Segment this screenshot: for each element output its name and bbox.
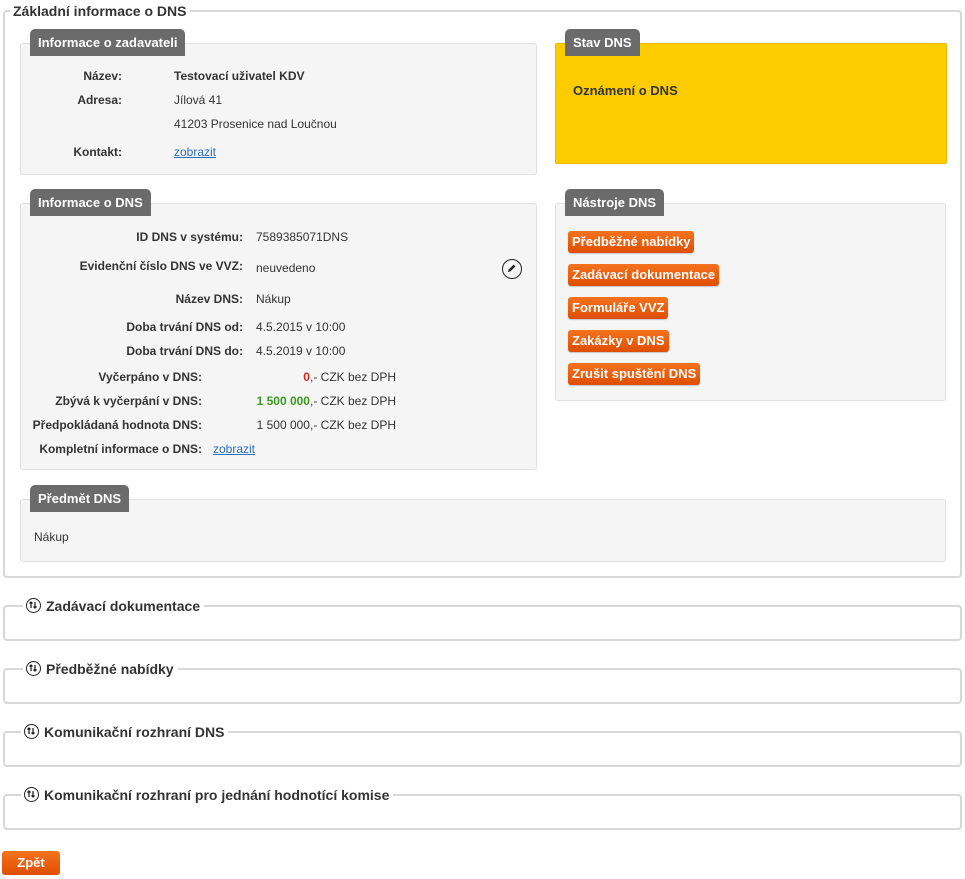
- predbezne-nabidky-button[interactable]: Předběžné nabídky: [568, 231, 695, 253]
- predpokladana-value: 1 500 000,- CZK bez DPH: [256, 418, 396, 432]
- formulare-vvz-button[interactable]: Formuláře VVZ: [568, 297, 669, 319]
- pencil-icon[interactable]: [502, 259, 522, 279]
- komunikacni-rozhrani-title: Komunikační rozhraní DNS: [44, 724, 225, 740]
- vycerpano-amount: 0: [303, 370, 310, 384]
- vycerpano-suffix: ,- CZK bez DPH: [309, 370, 396, 384]
- hodnotici-komise-legend[interactable]: Komunikační rozhraní pro jednání hodnotí…: [21, 786, 394, 804]
- main-info-fieldset: Základní informace o DNS Informace o zad…: [3, 2, 962, 578]
- vycerpano-value: 0,- CZK bez DPH: [303, 370, 396, 384]
- main-info-legend: Základní informace o DNS: [10, 2, 191, 20]
- expand-collapse-icon[interactable]: [24, 724, 39, 739]
- zadavaci-dokumentace-section[interactable]: Zadávací dokumentace: [3, 597, 962, 641]
- zrusit-spusteni-button[interactable]: Zrušit spuštění DNS: [568, 363, 701, 385]
- vvz-number-value: neuvedeno: [256, 261, 316, 275]
- predbezne-nabidky-section[interactable]: Předběžné nabídky: [3, 660, 962, 704]
- dns-from-value: 4.5.2015 v 10:00: [256, 320, 346, 334]
- predbezne-nabidky-legend[interactable]: Předběžné nabídky: [23, 660, 178, 678]
- zbyva-suffix: ,- CZK bez DPH: [309, 394, 396, 408]
- name-value: Testovací uživatel KDV: [174, 69, 305, 83]
- dns-from-label: Doba trvání DNS od:: [126, 320, 243, 334]
- zadavaci-dokumentace-legend[interactable]: Zadávací dokumentace: [23, 597, 205, 615]
- dns-tools-panel: Nástroje DNS Předběžné nabídky Zadávací …: [555, 189, 946, 401]
- predmet-text: Nákup: [34, 530, 69, 544]
- zadavatel-tab: Informace o zadavateli: [30, 29, 186, 56]
- dns-id-value: 7589385071DNS: [256, 230, 349, 244]
- dns-tools-tab: Nástroje DNS: [565, 189, 665, 216]
- zakazky-v-dns-button[interactable]: Zakázky v DNS: [568, 330, 669, 352]
- predpokladana-label: Předpokládaná hodnota DNS:: [32, 418, 202, 432]
- address-line2: 41203 Prosenice nad Loučnou: [174, 117, 337, 131]
- zadavatel-panel: Informace o zadavateli Název: Testovací …: [20, 29, 537, 175]
- dns-status-box: Stav DNS Oznámení o DNS: [555, 29, 947, 164]
- address-line1: Jílová 41: [174, 93, 223, 107]
- expand-collapse-icon[interactable]: [26, 661, 41, 676]
- dns-info-tab: Informace o DNS: [30, 189, 151, 216]
- vycerpano-label: Vyčerpáno v DNS:: [98, 370, 202, 384]
- kompletni-label: Kompletní informace o DNS:: [39, 442, 202, 456]
- zbyva-amount: 1 500 000: [256, 394, 310, 408]
- komunikacni-rozhrani-section[interactable]: Komunikační rozhraní DNS: [3, 723, 962, 767]
- back-button[interactable]: Zpět: [2, 851, 60, 875]
- zbyva-value: 1 500 000,- CZK bez DPH: [257, 394, 396, 408]
- dns-to-label: Doba trvání DNS do:: [126, 344, 243, 358]
- predbezne-nabidky-title: Předběžné nabídky: [46, 661, 174, 677]
- dns-status-text: Oznámení o DNS: [573, 83, 678, 98]
- name-label: Název:: [83, 69, 122, 83]
- contact-label: Kontakt:: [73, 145, 122, 159]
- predmet-panel: Předmět DNS Nákup: [20, 485, 946, 562]
- contact-link[interactable]: zobrazit: [174, 145, 216, 159]
- predmet-tab: Předmět DNS: [30, 485, 130, 512]
- expand-collapse-icon[interactable]: [24, 787, 39, 802]
- hodnotici-komise-section[interactable]: Komunikační rozhraní pro jednání hodnotí…: [3, 786, 962, 830]
- vvz-number-label: Evidenční číslo DNS ve VVZ:: [79, 259, 243, 273]
- dns-info-panel: Informace o DNS ID DNS v systému: 758938…: [20, 189, 537, 470]
- expand-collapse-icon[interactable]: [26, 598, 41, 613]
- hodnotici-komise-title: Komunikační rozhraní pro jednání hodnotí…: [44, 787, 390, 803]
- stav-tab: Stav DNS: [565, 29, 640, 56]
- dns-id-label: ID DNS v systému:: [136, 230, 243, 244]
- zbyva-label: Zbývá k vyčerpání v DNS:: [55, 394, 202, 408]
- zadavaci-dokumentace-title: Zadávací dokumentace: [46, 598, 201, 614]
- komunikacni-rozhrani-legend[interactable]: Komunikační rozhraní DNS: [21, 723, 229, 741]
- zadavaci-dokumentace-button[interactable]: Zadávací dokumentace: [568, 264, 720, 286]
- kompletni-link[interactable]: zobrazit: [213, 442, 255, 456]
- dns-name-value: Nákup: [256, 292, 291, 306]
- address-label: Adresa:: [77, 93, 122, 107]
- dns-to-value: 4.5.2019 v 10:00: [256, 344, 346, 358]
- dns-name-label: Název DNS:: [175, 292, 243, 306]
